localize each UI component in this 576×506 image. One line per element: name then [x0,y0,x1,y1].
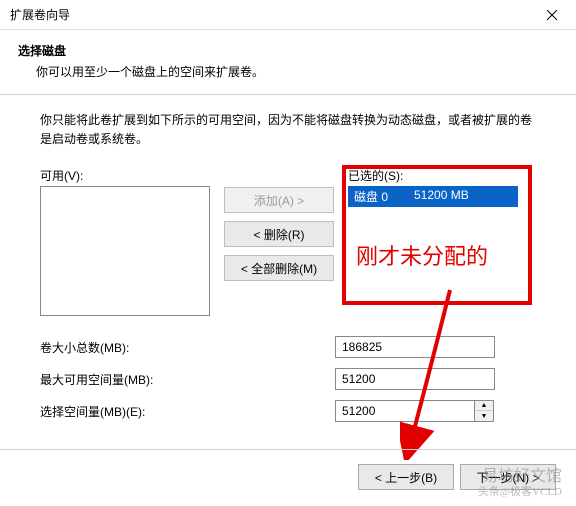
spin-down-button[interactable]: ▼ [475,411,493,421]
content-area: 你只能将此卷扩展到如下所示的可用空间，因为不能将磁盘转换为动态磁盘，或者被扩展的… [0,95,576,442]
selected-disk-item[interactable]: 磁盘 0 51200 MB [348,186,518,207]
available-label: 可用(V): [40,167,210,184]
spin-up-button[interactable]: ▲ [475,401,493,411]
select-space-label: 选择空间量(MB)(E): [40,403,335,420]
quantity-stepper: ▲ ▼ [335,400,494,422]
available-listbox[interactable] [40,186,210,316]
close-button[interactable] [532,1,572,29]
disk-name: 磁盘 0 [354,188,414,205]
transfer-buttons: 添加(A) > < 删除(R) < 全部删除(M) [210,167,348,281]
wizard-footer: < 上一步(B) 下一步(N) > [0,449,576,490]
window-title: 扩展卷向导 [10,6,70,23]
dual-listbox: 可用(V): 添加(A) > < 删除(R) < 全部删除(M) 已选的(S):… [40,167,536,316]
add-button[interactable]: 添加(A) > [224,187,334,213]
total-size-field [335,336,495,358]
next-button[interactable]: 下一步(N) > [460,464,556,490]
select-space-input[interactable] [335,400,475,422]
available-column: 可用(V): [40,167,210,316]
selected-column: 已选的(S): 磁盘 0 51200 MB 刚才未分配的 [348,167,518,316]
back-button[interactable]: < 上一步(B) [358,464,454,490]
form-rows: 卷大小总数(MB): 最大可用空间量(MB): 选择空间量(MB)(E): ▲ … [40,336,536,422]
titlebar: 扩展卷向导 [0,0,576,30]
header-description: 你可以用至少一个磁盘上的空间来扩展卷。 [36,63,558,80]
remove-button[interactable]: < 删除(R) [224,221,334,247]
max-space-label: 最大可用空间量(MB): [40,371,335,388]
select-space-row: 选择空间量(MB)(E): ▲ ▼ [40,400,536,422]
max-space-row: 最大可用空间量(MB): [40,368,536,390]
total-size-row: 卷大小总数(MB): [40,336,536,358]
spin-buttons: ▲ ▼ [475,400,494,422]
header-title: 选择磁盘 [18,42,558,59]
remove-all-button[interactable]: < 全部删除(M) [224,255,334,281]
close-icon [547,10,557,20]
selected-listbox[interactable]: 磁盘 0 51200 MB [348,186,518,316]
intro-text: 你只能将此卷扩展到如下所示的可用空间，因为不能将磁盘转换为动态磁盘，或者被扩展的… [40,111,536,149]
wizard-header: 选择磁盘 你可以用至少一个磁盘上的空间来扩展卷。 [0,30,576,88]
selected-label: 已选的(S): [348,167,518,184]
max-space-field [335,368,495,390]
total-size-label: 卷大小总数(MB): [40,339,335,356]
disk-size: 51200 MB [414,188,469,205]
